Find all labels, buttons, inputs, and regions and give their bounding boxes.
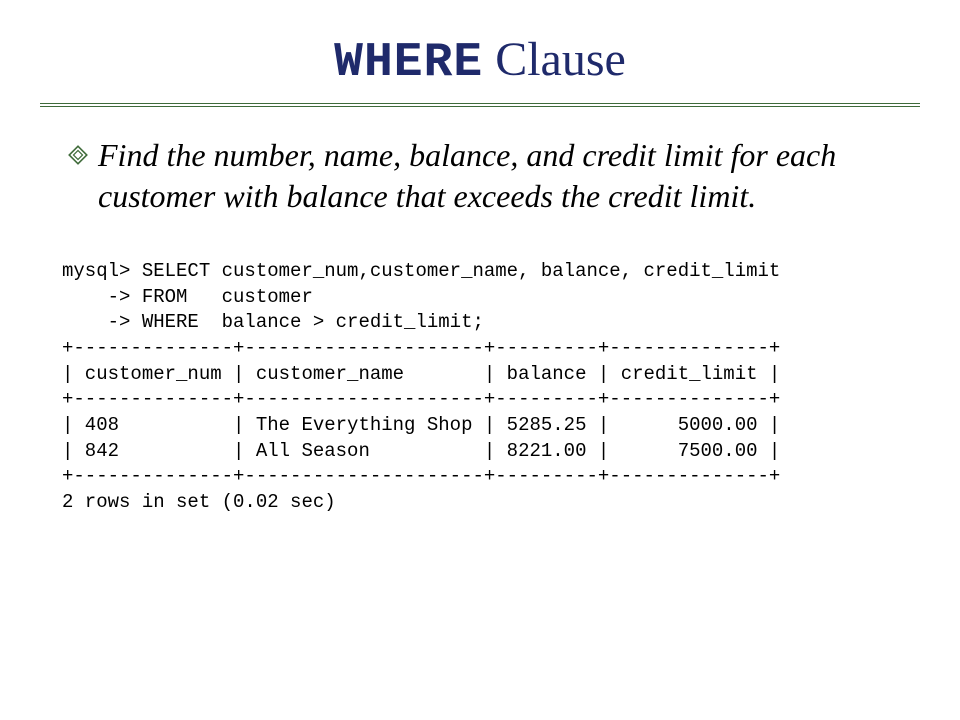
title-rest: Clause xyxy=(483,33,626,86)
title-divider xyxy=(40,103,920,107)
slide: WHERE Clause Find the number, name, bala… xyxy=(0,0,960,720)
slide-title: WHERE Clause xyxy=(40,32,920,91)
prompt-text: Find the number, name, balance, and cred… xyxy=(98,135,892,217)
sql-output: mysql> SELECT customer_num,customer_name… xyxy=(62,259,892,515)
diamond-hollow-icon xyxy=(68,145,88,165)
bullet-item: Find the number, name, balance, and cred… xyxy=(68,135,892,217)
slide-body: Find the number, name, balance, and cred… xyxy=(40,135,920,515)
title-keyword: WHERE xyxy=(334,36,483,90)
